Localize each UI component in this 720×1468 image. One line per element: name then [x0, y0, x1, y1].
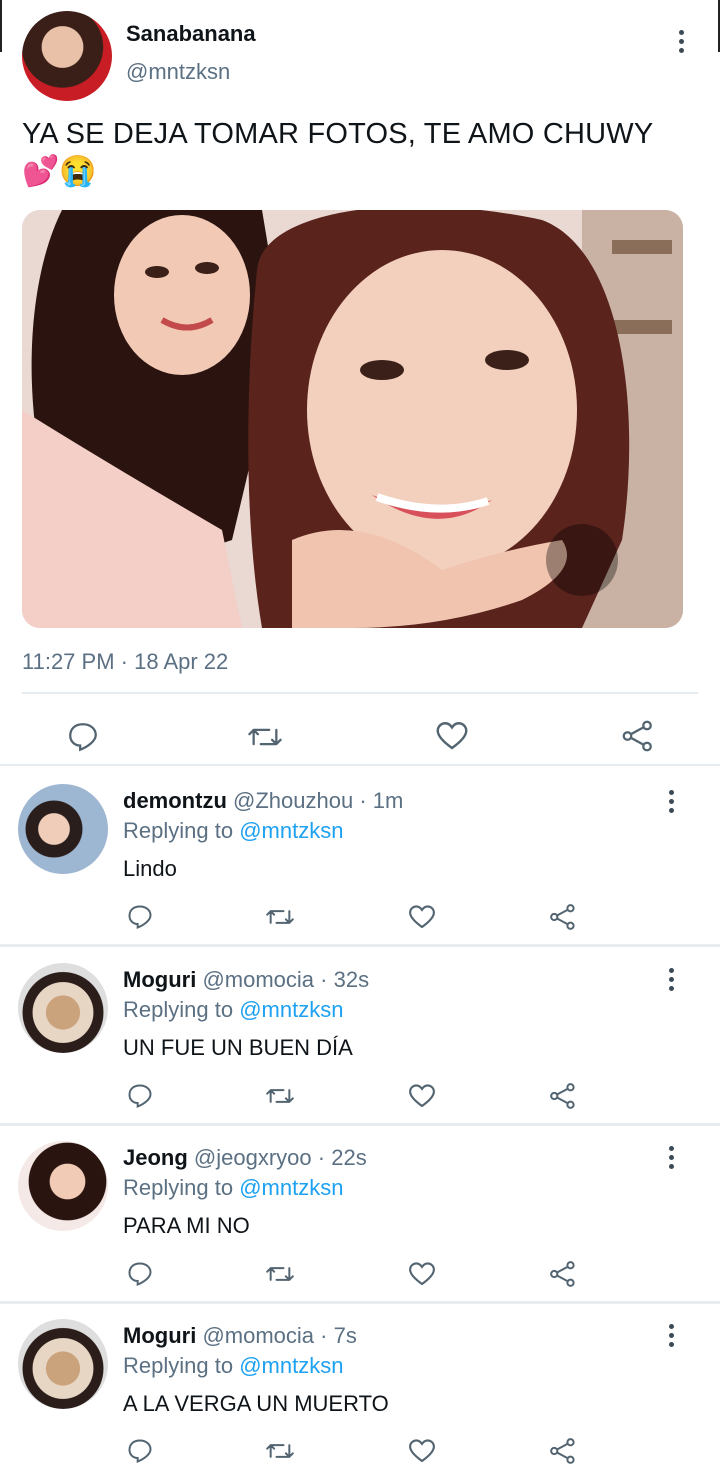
reply-author-handle[interactable]: @momocia [202, 1323, 314, 1348]
reply-author-handle[interactable]: @jeogxryoo [194, 1145, 312, 1170]
reply-icon[interactable] [126, 903, 154, 931]
reply-icon[interactable] [126, 1260, 154, 1288]
reply-divider [0, 1301, 720, 1304]
section-divider [0, 764, 720, 766]
like-icon[interactable] [407, 1259, 437, 1289]
reply-author-handle[interactable]: @Zhouzhou [233, 788, 353, 813]
replying-to-handle[interactable]: @mntzksn [239, 1175, 343, 1200]
reply-more-icon[interactable] [669, 1324, 675, 1351]
reply-author-handle[interactable]: @momocia [202, 967, 314, 992]
reply-author-name[interactable]: Moguri [123, 1323, 196, 1348]
share-icon[interactable] [620, 718, 656, 754]
reply-text: UN FUE UN BUEN DÍA [123, 1035, 353, 1060]
replying-to-label: Replying to [123, 1175, 234, 1200]
author-avatar[interactable] [22, 11, 112, 101]
tweet-timestamp: 11:27 PM · 18 Apr 22 [22, 649, 229, 674]
retweet-icon[interactable] [264, 1260, 296, 1288]
reply-time: · 22s [317, 1145, 367, 1170]
replying-to-label: Replying to [123, 1353, 234, 1378]
author-name[interactable]: Sanabanana [126, 21, 256, 47]
reply-divider [0, 1123, 720, 1126]
tweet-emojis: 💕😭 [22, 155, 97, 188]
replying-to-label: Replying to [123, 818, 234, 843]
like-icon[interactable] [407, 1081, 437, 1111]
reply-more-icon[interactable] [669, 790, 675, 817]
reply-text: A LA VERGA UN MUERTO [123, 1391, 389, 1416]
photo-two-people-image [22, 210, 683, 628]
reply-author-name[interactable]: Moguri [123, 967, 196, 992]
reply-time: · 7s [320, 1323, 357, 1348]
retweet-icon[interactable] [264, 903, 296, 931]
reply-time: · 1m [359, 788, 404, 813]
author-handle[interactable]: @mntzksn [126, 59, 230, 85]
reply-author-name[interactable]: Jeong [123, 1145, 188, 1170]
reply-author-name[interactable]: demontzu [123, 788, 227, 813]
tweet-text: YA SE DEJA TOMAR FOTOS, TE AMO CHUWY [22, 118, 654, 150]
share-icon[interactable] [548, 1259, 578, 1289]
retweet-icon[interactable] [264, 1437, 296, 1465]
frame-edge-left [0, 0, 2, 52]
like-icon[interactable] [407, 902, 437, 932]
share-icon[interactable] [548, 1436, 578, 1466]
tweet-photo[interactable] [22, 210, 683, 628]
reply-divider [0, 944, 720, 947]
reply-text: Lindo [123, 856, 177, 881]
reply-time: · 32s [320, 967, 370, 992]
like-icon[interactable] [407, 1436, 437, 1466]
reply-icon[interactable] [66, 720, 100, 754]
reply-icon[interactable] [126, 1082, 154, 1110]
timestamp-divider [22, 692, 698, 694]
reply-avatar[interactable] [18, 963, 108, 1053]
replying-to-handle[interactable]: @mntzksn [239, 818, 343, 843]
share-icon[interactable] [548, 902, 578, 932]
replying-to-label: Replying to [123, 997, 234, 1022]
replying-to-handle[interactable]: @mntzksn [239, 997, 343, 1022]
reply-icon[interactable] [126, 1437, 154, 1465]
reply-text: PARA MI NO [123, 1213, 250, 1238]
retweet-icon[interactable] [264, 1082, 296, 1110]
reply-avatar[interactable] [18, 1319, 108, 1409]
reply-avatar[interactable] [18, 1141, 108, 1231]
replying-to-handle[interactable]: @mntzksn [239, 1353, 343, 1378]
like-icon[interactable] [434, 718, 470, 754]
reply-more-icon[interactable] [669, 1146, 675, 1173]
share-icon[interactable] [548, 1081, 578, 1111]
reply-avatar[interactable] [18, 784, 108, 874]
retweet-icon[interactable] [246, 720, 284, 754]
reply-more-icon[interactable] [669, 968, 675, 995]
tweet-more-icon[interactable] [679, 30, 685, 57]
